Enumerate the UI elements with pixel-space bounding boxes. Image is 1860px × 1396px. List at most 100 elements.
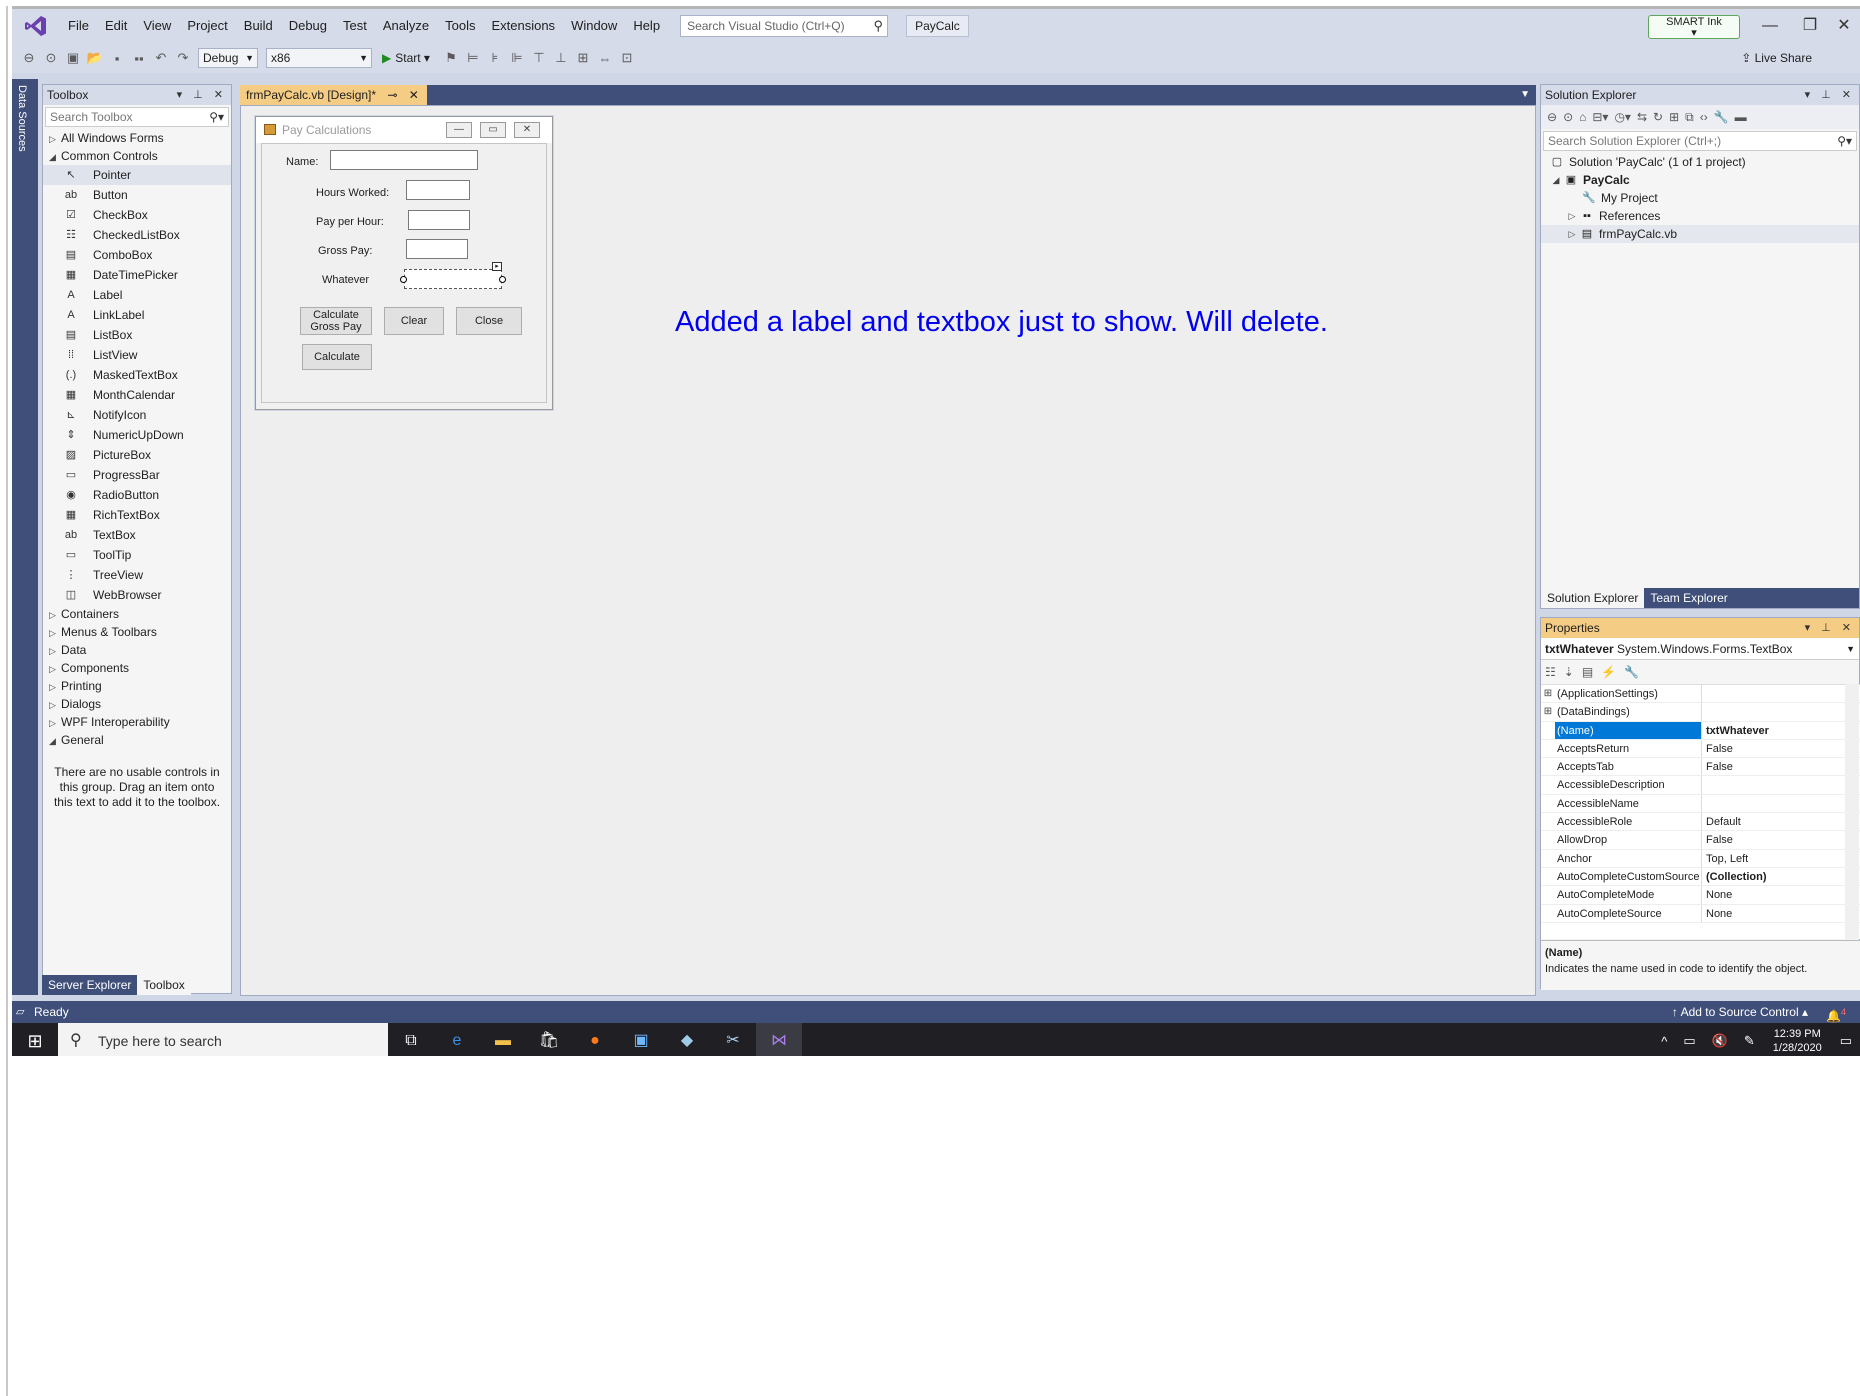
open-file-icon[interactable]: 📂 xyxy=(84,50,106,66)
hours-worked-textbox[interactable] xyxy=(406,180,470,200)
menu-project[interactable]: Project xyxy=(179,9,235,43)
toolbox-item-radiobutton[interactable]: ◉ RadioButton xyxy=(43,485,231,505)
edge-icon[interactable]: e xyxy=(434,1023,480,1056)
property-row[interactable]: ⊞ (DataBindings) xyxy=(1541,703,1860,722)
toolbox-item-checkedlistbox[interactable]: ☷ CheckedListBox xyxy=(43,225,231,245)
property-value[interactable]: Default xyxy=(1701,813,1860,831)
volume-muted-icon[interactable]: 🔇 xyxy=(1712,1033,1728,1049)
show-all-files-icon[interactable]: ⧉ xyxy=(1685,110,1694,125)
chevron-down-icon[interactable]: ▼ xyxy=(1520,85,1530,105)
toolbox-item-treeview[interactable]: ⋮ TreeView xyxy=(43,565,231,585)
store-icon[interactable]: 🛍 xyxy=(526,1023,572,1056)
property-row[interactable]: AutoCompleteSource None xyxy=(1541,904,1860,923)
toolbox-group-data[interactable]: ▷ Data xyxy=(43,641,231,659)
toolbox-item-maskedtextbox[interactable]: (.) MaskedTextBox xyxy=(43,365,231,385)
toolbox-item-webbrowser[interactable]: ◫ WebBrowser xyxy=(43,585,231,605)
panel-controls[interactable]: ▾ ⊥ ✕ xyxy=(177,85,227,105)
undo-icon[interactable]: ↶ xyxy=(150,50,172,66)
property-row[interactable]: AutoCompleteMode None xyxy=(1541,886,1860,905)
property-value[interactable]: None xyxy=(1701,886,1860,904)
gross-pay-label[interactable]: Gross Pay: xyxy=(318,245,372,257)
toolbox-item-richtextbox[interactable]: ▦ RichTextBox xyxy=(43,505,231,525)
close-icon[interactable]: ✕ xyxy=(409,88,419,102)
tab-server-explorer[interactable]: Server Explorer xyxy=(42,975,138,995)
toolbox-item-numericupdown[interactable]: ⇕ NumericUpDown xyxy=(43,425,231,445)
clock[interactable]: 12:39 PM 1/28/2020 xyxy=(1773,1027,1822,1055)
taskbar-search-input[interactable]: ⚲ Type here to search xyxy=(58,1023,388,1056)
toolbox-group-wpf-interoperability[interactable]: ▷ WPF Interoperability xyxy=(43,713,231,731)
resize-handle-right[interactable] xyxy=(499,276,506,283)
toolbox-group-common-controls[interactable]: ◢ Common Controls xyxy=(43,147,231,165)
toolbox-search-input[interactable]: Search Toolbox ⚲▾ xyxy=(45,107,229,127)
property-row[interactable]: ⊞ (ApplicationSettings) xyxy=(1541,685,1860,704)
property-grid-scrollbar[interactable] xyxy=(1845,684,1859,939)
property-row[interactable]: AutoCompleteCustomSource (Collection) xyxy=(1541,867,1860,887)
whatever-textbox[interactable] xyxy=(404,269,502,289)
toolbox-item-combobox[interactable]: ▤ ComboBox xyxy=(43,245,231,265)
menu-build[interactable]: Build xyxy=(236,9,281,43)
sync-icon[interactable]: ⇆ xyxy=(1637,110,1647,124)
toolbox-group-dialogs[interactable]: ▷ Dialogs xyxy=(43,695,231,713)
menu-file[interactable]: File xyxy=(60,9,97,43)
toolbox-item-linklabel[interactable]: A LinkLabel xyxy=(43,305,231,325)
menu-tools[interactable]: Tools xyxy=(437,9,483,43)
forward-icon[interactable]: ⊙ xyxy=(40,50,62,66)
calculate-button[interactable]: Calculate xyxy=(302,344,372,370)
alphabetical-icon[interactable]: ⇣ xyxy=(1564,665,1574,679)
property-value[interactable]: Top, Left xyxy=(1701,849,1860,867)
toolbox-item-notifyicon[interactable]: ⊾ NotifyIcon xyxy=(43,405,231,425)
tree-project[interactable]: ◢ ▣ PayCalc xyxy=(1541,171,1859,189)
view-code-icon[interactable]: ‹› xyxy=(1700,110,1708,124)
toolbox-group-menus-toolbars[interactable]: ▷ Menus & Toolbars xyxy=(43,623,231,641)
tree-frmpaycalc[interactable]: ▷ ▤ frmPayCalc.vb xyxy=(1541,225,1859,243)
menu-edit[interactable]: Edit xyxy=(97,9,135,43)
categorized-icon[interactable]: ☷ xyxy=(1545,665,1556,679)
property-value[interactable]: (Collection) xyxy=(1701,867,1860,886)
visual-studio-taskbar-icon[interactable]: ⋈ xyxy=(756,1023,802,1056)
make-same-size-icon[interactable]: ⊞ xyxy=(572,50,594,66)
pay-per-hour-textbox[interactable] xyxy=(408,210,470,230)
tree-solution[interactable]: ▢ Solution 'PayCalc' (1 of 1 project) xyxy=(1541,153,1859,171)
pay-calculations-form[interactable]: Pay Calculations — ▭ ✕ Name: Hours Worke… xyxy=(255,116,553,410)
property-value[interactable]: False xyxy=(1701,739,1860,758)
pen-app-icon[interactable]: ◆ xyxy=(664,1023,710,1056)
align-centers-icon[interactable]: ⊧ xyxy=(484,50,506,66)
spacing-icon[interactable]: ⇔ xyxy=(594,51,616,66)
clear-button[interactable]: Clear xyxy=(384,307,444,335)
property-row[interactable]: AcceptsTab False xyxy=(1541,758,1860,777)
align-rights-icon[interactable]: ⊫ xyxy=(506,50,528,66)
tree-my-project[interactable]: 🔧 My Project xyxy=(1541,189,1859,207)
menu-window[interactable]: Window xyxy=(563,9,625,43)
solution-explorer-search-input[interactable]: Search Solution Explorer (Ctrl+;) ⚲▾ xyxy=(1543,131,1857,151)
name-label[interactable]: Name: xyxy=(286,156,318,168)
panel-controls[interactable]: ▾ ⊥ ✕ xyxy=(1805,618,1855,638)
pen-icon[interactable]: ✎ xyxy=(1744,1033,1755,1049)
preview-icon[interactable]: ▬ xyxy=(1735,110,1747,124)
toolbox-item-textbox[interactable]: ab TextBox xyxy=(43,525,231,545)
property-value[interactable] xyxy=(1701,794,1860,813)
task-view-icon[interactable]: ⧉ xyxy=(388,1023,434,1056)
toolbox-item-listview[interactable]: ⁞⁞ ListView xyxy=(43,345,231,365)
align-middles-icon[interactable]: ⊥ xyxy=(550,50,572,66)
properties-object-selector[interactable]: txtWhatever System.Windows.Forms.TextBox… xyxy=(1541,638,1859,660)
toolbox-item-datetimepicker[interactable]: ▦ DateTimePicker xyxy=(43,265,231,285)
designer-surface[interactable]: Pay Calculations — ▭ ✕ Name: Hours Worke… xyxy=(240,105,1536,996)
new-project-icon[interactable]: ▣ xyxy=(62,50,84,66)
align-tops-icon[interactable]: ⊤ xyxy=(528,50,550,66)
resize-handle-left[interactable] xyxy=(400,276,407,283)
property-value[interactable] xyxy=(1701,776,1860,794)
calculate-gross-pay-button[interactable]: Calculate Gross Pay xyxy=(300,307,372,335)
menu-help[interactable]: Help xyxy=(625,9,668,43)
switch-views-icon[interactable]: ⊟▾ xyxy=(1592,110,1608,124)
whatever-label[interactable]: Whatever xyxy=(322,274,369,286)
menu-test[interactable]: Test xyxy=(335,9,375,43)
panel-controls[interactable]: ▾ ⊥ ✕ xyxy=(1805,85,1855,105)
toolbox-item-monthcalendar[interactable]: ▦ MonthCalendar xyxy=(43,385,231,405)
properties-icon[interactable]: 🔧 xyxy=(1714,110,1729,124)
property-row[interactable]: AccessibleRole Default xyxy=(1541,813,1860,832)
toolbox-item-progressbar[interactable]: ▭ ProgressBar xyxy=(43,465,231,485)
pay-per-hour-label[interactable]: Pay per Hour: xyxy=(316,216,384,228)
events-icon[interactable]: ⚡ xyxy=(1601,665,1616,679)
menu-view[interactable]: View xyxy=(135,9,179,43)
toolbox-item-listbox[interactable]: ▤ ListBox xyxy=(43,325,231,345)
